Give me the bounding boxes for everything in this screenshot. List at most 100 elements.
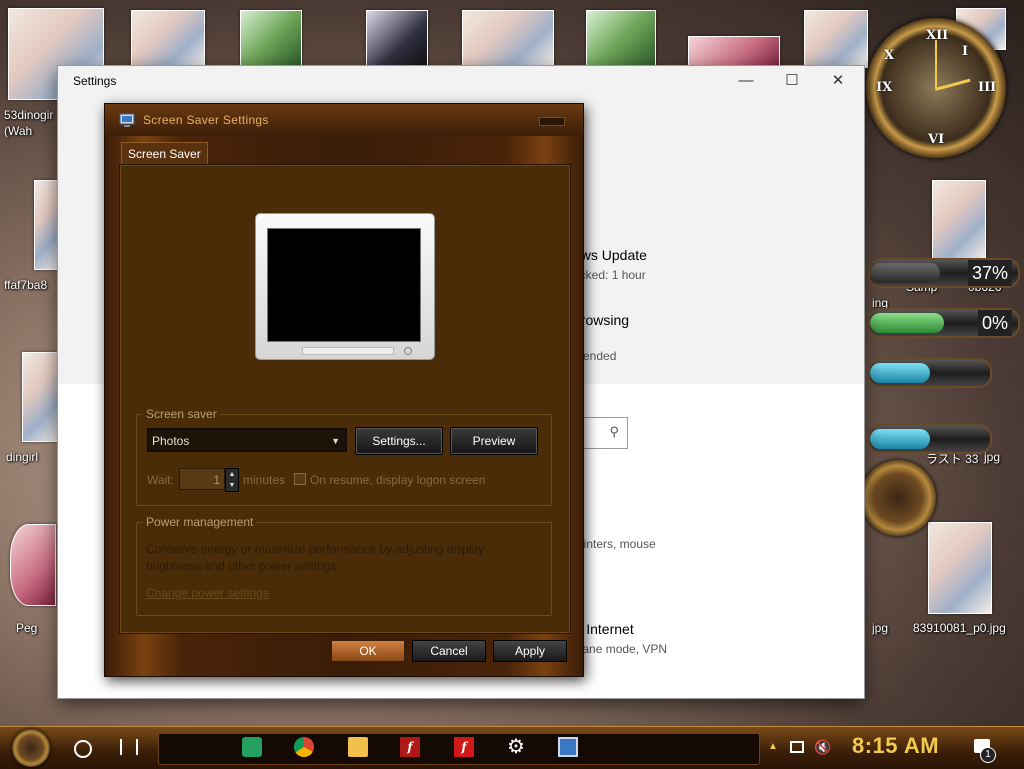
wait-spinner[interactable]: ▲ ▼ [225,468,239,492]
show-hidden-icons-chevron[interactable]: ▲ [768,741,778,752]
desktop-icon-label[interactable]: jpg [984,450,1000,464]
power-management-group: Power management Conserve energy or maxi… [136,515,552,616]
monitor-icon [119,113,135,127]
minutes-label: minutes [243,473,286,487]
monitor-slot [302,347,394,355]
desktop-thumbnail[interactable] [932,180,986,260]
desktop-icon-label[interactable]: Peg [16,621,37,635]
desktop-icon-label[interactable]: jpg [872,621,888,635]
preview-button[interactable]: Preview [450,427,538,455]
cpu-gauge-percent: 37% [967,260,1012,286]
desktop-thumbnail[interactable] [34,180,58,270]
desktop-thumbnail[interactable] [586,10,656,68]
chevron-down-icon: ▼ [331,436,340,446]
power-description: brightness and other power settings. [146,559,340,573]
ok-button[interactable]: OK [331,640,405,662]
settings-item-title[interactable]: ows Update [573,247,647,263]
preview-screen [267,228,421,342]
taskbar-app-flash[interactable]: f [392,735,428,761]
search-icon: ⚲ [609,424,619,439]
taskbar: f f ⚙ ▲ 🔇 8:15 AM 1 [0,726,1024,769]
desktop-thumbnail[interactable] [131,10,205,68]
close-button[interactable]: ✕ [818,70,858,92]
group-label: Power management [143,515,257,529]
clock-numeral: I [962,44,969,59]
gear-ornament [860,460,936,536]
memory-gauge-percent: 0% [977,310,1012,336]
cortana-icon[interactable] [74,740,92,758]
flash-icon: f [454,737,474,757]
apply-button[interactable]: Apply [493,640,567,662]
settings-window-title: Settings [73,74,117,88]
monitor-preview [256,214,434,359]
desktop-thumbnail[interactable] [366,10,428,68]
desktop-thumbnail[interactable] [10,524,56,606]
desktop-icon-label[interactable]: dingirl [6,450,38,464]
settings-item-subtitle: printers, mouse [573,537,656,551]
desktop-thumbnail[interactable] [240,10,302,68]
start-button[interactable] [12,729,50,767]
clock-numeral: XII [926,28,949,43]
settings-item-subtitle: plane mode, VPN [573,642,668,656]
maximize-button[interactable]: ☐ [772,70,812,92]
desktop-thumbnail[interactable] [804,10,868,68]
screen-saver-select[interactable]: Photos ▼ [147,428,347,452]
taskbar-app-flash[interactable]: f [446,735,482,761]
cpu-gauge-fill [870,263,940,283]
clock-minute-hand [935,40,937,88]
resume-logon-checkbox[interactable] [294,473,306,485]
blue-gauge-fill [870,363,930,383]
screen-saver-panel: Screen saver Photos ▼ Settings... Previe… [119,164,571,634]
desktop-icon-label[interactable]: (Wah [4,124,32,138]
taskbar-app-settings[interactable]: ⚙ [498,735,534,761]
task-view-icon[interactable] [120,739,138,755]
cpu-gauge: 37% [868,258,1020,288]
taskbar-app-explorer[interactable] [340,735,376,761]
desktop-icon-label[interactable]: ffaf7ba8 [4,278,47,292]
clock-hour-hand [935,78,971,91]
notification-count-badge: 1 [980,747,996,763]
gear-icon: ⚙ [507,736,525,758]
tab-screen-saver[interactable]: Screen Saver [121,142,208,165]
blue-gauge [868,424,992,454]
screen-saver-dialog[interactable]: Screen Saver Settings Screen Saver Scree… [104,103,584,677]
change-power-settings-link[interactable]: Change power settings [146,586,269,600]
wait-minutes-input[interactable]: 1 [179,468,225,490]
clock-numeral: X [884,48,895,63]
network-icon[interactable] [790,741,804,753]
taskbar-app-sheets[interactable] [234,735,270,761]
taskbar-app-display[interactable] [550,735,586,761]
chrome-icon [294,737,314,757]
settings-button[interactable]: Settings... [355,427,443,455]
resume-logon-label[interactable]: On resume, display logon screen [310,473,485,487]
monitor-icon [558,737,578,757]
taskbar-app-chrome[interactable] [286,735,322,761]
spin-down-icon[interactable]: ▼ [226,480,238,491]
taskbar-clock[interactable]: 8:15 AM [852,733,939,759]
desktop-thumbnail[interactable] [462,10,554,68]
memory-gauge: 0% [868,308,1020,338]
steampunk-clock: XII III VI IX X I [866,18,1006,158]
sheets-icon [242,737,262,757]
cancel-button[interactable]: Cancel [412,640,486,662]
folder-icon [348,737,368,757]
spin-up-icon[interactable]: ▲ [226,469,238,480]
desktop-icon-label[interactable]: 53dinogir [4,108,53,122]
desktop-thumbnail[interactable] [22,352,58,442]
screen-saver-group: Screen saver Photos ▼ Settings... Previe… [136,407,552,506]
volume-muted-icon[interactable]: 🔇 [814,739,831,756]
dialog-title: Screen Saver Settings [143,113,269,127]
dialog-titlebar[interactable]: Screen Saver Settings [105,104,583,136]
power-description: Conserve energy or maximize performance … [146,542,485,556]
minimize-button[interactable]: — [726,70,766,92]
selected-saver: Photos [152,434,190,448]
clock-numeral: VI [928,132,945,147]
close-button[interactable] [539,117,565,126]
desktop-thumbnail[interactable] [688,36,780,68]
blue-gauge-fill [870,429,930,449]
desktop-icon-label[interactable]: 83910081_p0.jpg [913,621,1006,635]
desktop-thumbnail[interactable] [928,522,992,614]
power-led-icon [404,347,412,355]
blue-gauge [868,358,992,388]
clock-numeral: IX [876,80,893,95]
